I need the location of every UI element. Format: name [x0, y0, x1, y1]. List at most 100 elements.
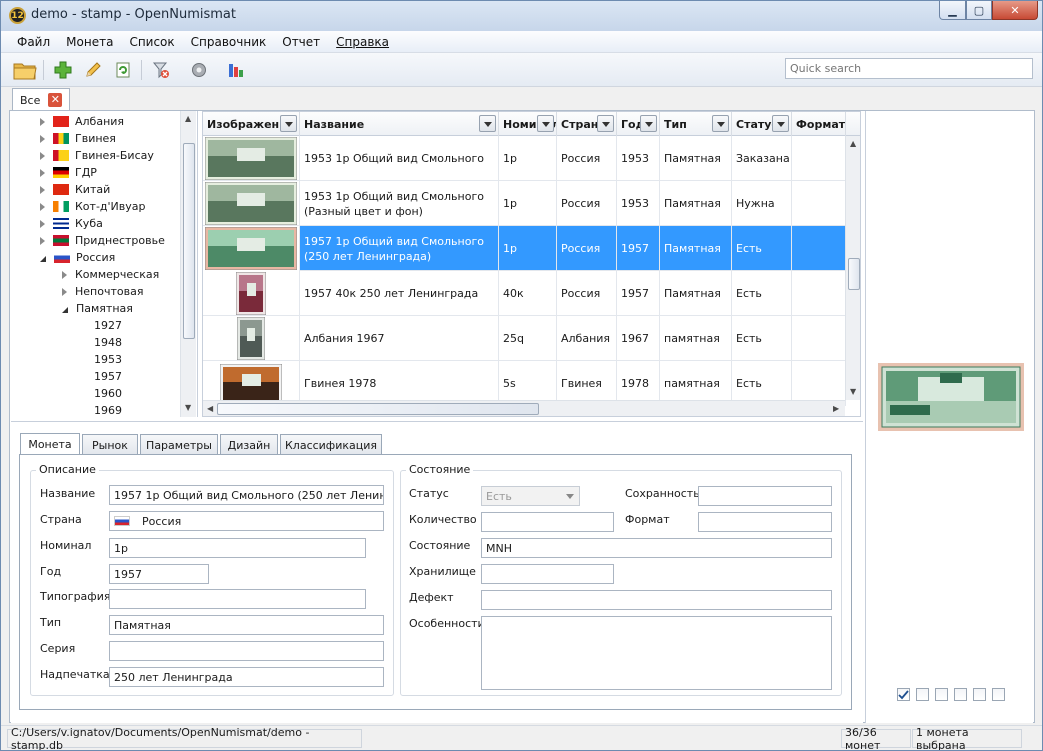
- preview-image-checkbox[interactable]: [916, 688, 929, 701]
- tree-item[interactable]: Россия: [40, 249, 115, 266]
- close-button[interactable]: ✕: [992, 1, 1038, 20]
- tree-item[interactable]: 1957: [94, 368, 122, 385]
- status-select[interactable]: Есть: [481, 486, 580, 506]
- storage-field[interactable]: [481, 564, 614, 584]
- tab-coin[interactable]: Монета: [20, 433, 80, 455]
- column-header[interactable]: Статус: [732, 112, 792, 136]
- maximize-button[interactable]: ▢: [966, 1, 992, 20]
- close-icon[interactable]: ✕: [48, 93, 63, 107]
- column-header[interactable]: Формат: [792, 112, 846, 136]
- tab-design[interactable]: Дизайн: [220, 434, 278, 455]
- clone-icon[interactable]: [111, 58, 135, 82]
- table-vscrollbar[interactable]: ▲ ▼: [845, 136, 860, 400]
- preview-image-checkbox[interactable]: [992, 688, 1005, 701]
- table-row[interactable]: 1953 1р Общий вид Смольного 1р Россия 1953 П…: [203, 136, 846, 181]
- column-filter-button[interactable]: [479, 115, 496, 132]
- column-filter-button[interactable]: [597, 115, 614, 132]
- preview-image-checkbox[interactable]: [935, 688, 948, 701]
- tree-item[interactable]: Китай: [40, 181, 110, 198]
- quantity-field[interactable]: [481, 512, 614, 532]
- expand-arrow-icon[interactable]: [40, 202, 45, 211]
- format-field[interactable]: [698, 512, 832, 532]
- expand-arrow-icon[interactable]: [40, 117, 45, 126]
- expand-arrow-icon[interactable]: [40, 168, 45, 177]
- tree-item[interactable]: Гвинея-Бисау: [40, 147, 154, 164]
- menu-list[interactable]: Список: [121, 35, 182, 49]
- tree-item[interactable]: 1960: [94, 385, 122, 402]
- column-filter-button[interactable]: [712, 115, 729, 132]
- tree-item[interactable]: Кот-д'Ивуар: [40, 198, 146, 215]
- expand-arrow-icon[interactable]: [40, 219, 45, 228]
- table-row[interactable]: Албания 1967 25q Албания 1967 памятная Есть: [203, 316, 846, 361]
- tab-all[interactable]: Все ✕: [12, 88, 70, 111]
- tree-item[interactable]: 1953: [94, 351, 122, 368]
- column-filter-button[interactable]: [280, 115, 297, 132]
- tab-market[interactable]: Рынок: [82, 434, 138, 455]
- menu-file[interactable]: Файл: [9, 35, 58, 49]
- tree-item[interactable]: Албания: [40, 113, 124, 130]
- tab-parameters[interactable]: Параметры: [140, 434, 218, 455]
- preview-image-checkbox[interactable]: [954, 688, 967, 701]
- tree-item[interactable]: Приднестровье: [40, 232, 165, 249]
- collapse-arrow-icon[interactable]: [62, 306, 68, 313]
- settings-icon[interactable]: [187, 58, 211, 82]
- name-field[interactable]: 1957 1р Общий вид Смольного (250 лет Лен…: [109, 485, 384, 505]
- column-header[interactable]: Страна: [557, 112, 617, 136]
- minimize-button[interactable]: ▁: [939, 1, 966, 20]
- expand-arrow-icon[interactable]: [40, 185, 45, 194]
- menu-reference[interactable]: Справочник: [183, 35, 275, 49]
- overprint-field[interactable]: 250 лет Ленинграда: [109, 667, 384, 687]
- filter-clear-icon[interactable]: [149, 58, 173, 82]
- collapse-arrow-icon[interactable]: [40, 255, 46, 262]
- expand-arrow-icon[interactable]: [40, 151, 45, 160]
- tree-item[interactable]: ГДР: [40, 164, 97, 181]
- tree-item[interactable]: Гвинея: [40, 130, 116, 147]
- country-field[interactable]: Россия: [109, 511, 384, 531]
- expand-arrow-icon[interactable]: [40, 134, 45, 143]
- tree-scrollbar[interactable]: ▲ ▼: [180, 111, 196, 417]
- menu-help[interactable]: Справка: [328, 35, 397, 49]
- column-header[interactable]: Год: [617, 112, 660, 136]
- tab-classification[interactable]: Классификация: [280, 434, 382, 455]
- menu-coin[interactable]: Монета: [58, 35, 121, 49]
- condition-field[interactable]: [698, 486, 832, 506]
- state-field[interactable]: MNH: [481, 538, 832, 558]
- tree-item[interactable]: 1969: [94, 402, 122, 417]
- tree-item[interactable]: Коммерческая: [62, 266, 159, 283]
- defect-field[interactable]: [481, 590, 832, 610]
- series-field[interactable]: [109, 641, 384, 661]
- table-hscrollbar[interactable]: ◀ ▶: [203, 400, 845, 416]
- column-filter-button[interactable]: [640, 115, 657, 132]
- table-row[interactable]: 1953 1р Общий вид Смольного (Разный цвет…: [203, 181, 846, 226]
- tree-item[interactable]: Куба: [40, 215, 103, 232]
- preview-image-checkbox[interactable]: [897, 688, 910, 701]
- preview-image[interactable]: [878, 363, 1024, 431]
- tree-item[interactable]: 1927: [94, 317, 122, 334]
- column-filter-button[interactable]: [537, 115, 554, 132]
- printer-field[interactable]: [109, 589, 366, 609]
- denomination-field[interactable]: 1р: [109, 538, 366, 558]
- column-header[interactable]: Тип: [660, 112, 732, 136]
- tree-item[interactable]: Непочтовая: [62, 283, 143, 300]
- menu-report[interactable]: Отчет: [274, 35, 328, 49]
- column-header[interactable]: Изображение: [203, 112, 300, 136]
- expand-arrow-icon[interactable]: [40, 236, 45, 245]
- column-header[interactable]: Название ^: [300, 112, 499, 136]
- column-filter-button[interactable]: [772, 115, 789, 132]
- table-row[interactable]: 1957 1р Общий вид Смольного (250 лет Лен…: [203, 226, 846, 271]
- tree-item[interactable]: 1948: [94, 334, 122, 351]
- quick-search-input[interactable]: [785, 58, 1033, 79]
- features-field[interactable]: [481, 616, 832, 690]
- table-row[interactable]: 1957 40к 250 лет Ленинграда 40к Россия 1957…: [203, 271, 846, 316]
- column-header[interactable]: Номинал: [499, 112, 557, 136]
- open-folder-icon[interactable]: [13, 58, 37, 82]
- type-field[interactable]: Памятная: [109, 615, 384, 635]
- year-field[interactable]: 1957: [109, 564, 209, 584]
- tree-item[interactable]: Памятная: [62, 300, 133, 317]
- add-icon[interactable]: [51, 58, 75, 82]
- statistics-icon[interactable]: [224, 58, 248, 82]
- expand-arrow-icon[interactable]: [62, 270, 67, 279]
- preview-image-checkbox[interactable]: [973, 688, 986, 701]
- expand-arrow-icon[interactable]: [62, 287, 67, 296]
- edit-icon[interactable]: [81, 58, 105, 82]
